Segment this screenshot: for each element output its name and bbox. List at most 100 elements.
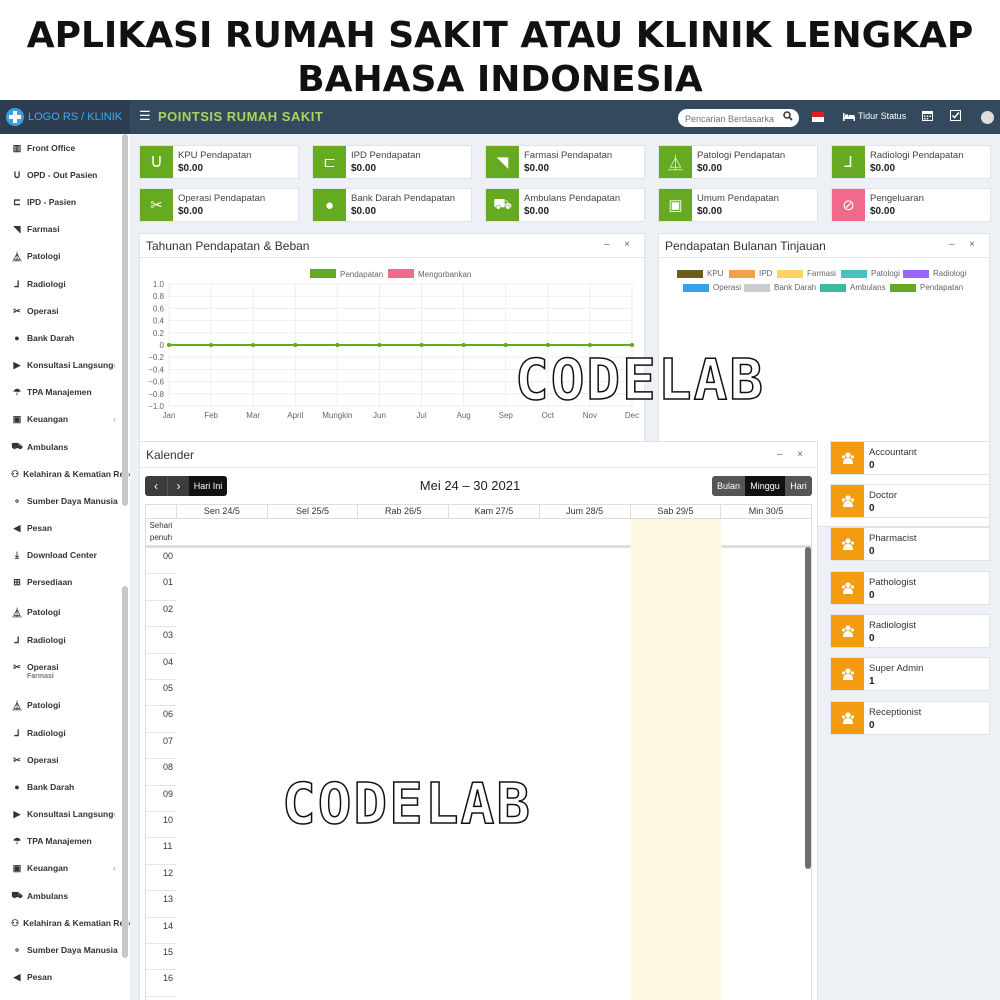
sidebar-item[interactable]: ◥ Farmasi <box>0 218 130 240</box>
legend-swatch <box>841 269 867 278</box>
sidebar-item[interactable]: ⅃ Radiologi <box>0 273 130 295</box>
sidebar-item[interactable]: ⚬ Sumber Daya Manusia <box>0 939 130 961</box>
calendar-hour-label: 12 <box>146 865 176 892</box>
legend-item[interactable]: Radiologi <box>903 269 966 278</box>
watermark-lower: CODELAB <box>281 771 533 838</box>
sidebar-item[interactable]: ⏅ Patologi <box>0 601 130 623</box>
staff-count-card[interactable]: Pharmacist 0 <box>830 527 990 561</box>
stat-card[interactable]: ▣ Umum Pendapatan $0.00 <box>658 188 818 222</box>
sidebar-item[interactable]: ☂ TPA Manajemen <box>0 830 130 852</box>
calendar-view-week[interactable]: Minggu <box>745 476 785 496</box>
umbrella-icon: ☂ <box>12 386 22 397</box>
staff-count-card[interactable]: Accountant 0 <box>830 441 990 475</box>
stat-card[interactable]: ⏅ Patologi Pendapatan $0.00 <box>658 145 818 179</box>
sidebar-scrollbar[interactable] <box>122 134 128 506</box>
sidebar-item[interactable]: ● Bank Darah <box>0 327 130 349</box>
sidebar-item[interactable]: ⚇ Kelahiran & Kematian Reco <box>0 912 130 934</box>
sidebar-item[interactable]: ⊏ IPD - Pasien <box>0 191 130 213</box>
hamburger-menu-icon[interactable]: ☰ <box>139 108 151 124</box>
calendar-view-day[interactable]: Hari <box>785 476 812 496</box>
legend-item[interactable]: Patologi <box>841 269 900 278</box>
stat-card[interactable]: ᑌ KPU Pendapatan $0.00 <box>139 145 299 179</box>
stat-card[interactable]: ⅃ Radiologi Pendapatan $0.00 <box>831 145 991 179</box>
sidebar-item[interactable]: ⚬ Sumber Daya Manusia <box>0 490 130 512</box>
panel-controls[interactable]: – × <box>777 449 809 460</box>
legend-item[interactable]: KPU <box>677 269 723 278</box>
stat-card[interactable]: ◥ Farmasi Pendapatan $0.00 <box>485 145 645 179</box>
staff-group-icon <box>831 485 864 517</box>
staff-group-icon <box>831 572 864 604</box>
stat-value: $0.00 <box>524 163 550 174</box>
sidebar-item[interactable]: ▶ Konsultasi Langsung ‹ <box>0 354 130 376</box>
sidebar-item[interactable]: ⛟ Ambulans <box>0 436 130 458</box>
legend-item[interactable]: Pendapatan <box>890 283 963 292</box>
staff-count-card[interactable]: Pathologist 0 <box>830 571 990 605</box>
sidebar-scrollbar-2[interactable] <box>122 586 128 958</box>
sidebar-item[interactable]: ⏅ Patologi <box>0 245 130 267</box>
sidebar-item[interactable]: ⚇ Kelahiran & Kematian Reco <box>0 463 130 485</box>
legend-item[interactable]: IPD <box>729 269 772 278</box>
sidebar-item[interactable]: ✂ Operasi <box>0 749 130 771</box>
search-icon[interactable] <box>783 111 793 121</box>
sidebar-item[interactable]: ⏅ Patologi <box>0 694 130 716</box>
stat-label: Operasi Pendapatan <box>178 193 266 204</box>
flask-icon: ⏅ <box>12 251 22 262</box>
y-tick-label: −0.2 <box>148 353 164 362</box>
stat-card[interactable]: ⛟ Ambulans Pendapatan $0.00 <box>485 188 645 222</box>
logo[interactable]: LOGO RS / KLINIK <box>0 100 130 134</box>
scissors-icon: ✂ <box>13 305 21 316</box>
stat-value: $0.00 <box>870 163 896 174</box>
sidebar-item[interactable]: ⅃ Radiologi <box>0 722 130 744</box>
sidebar-item-label: Keuangan <box>27 414 69 424</box>
panel-controls[interactable]: – × <box>604 239 636 250</box>
sidebar-item[interactable]: ✂ Operasi <box>0 300 130 322</box>
sidebar-item[interactable]: ☂ TPA Manajemen <box>0 381 130 403</box>
staff-count-card[interactable]: Super Admin 1 <box>830 657 990 691</box>
stat-card[interactable]: ⊏ IPD Pendapatan $0.00 <box>312 145 472 179</box>
calendar-icon[interactable] <box>922 110 933 121</box>
sidebar-item-label: Bank Darah <box>27 333 75 343</box>
sidebar-item-label: Konsultasi Langsung <box>27 360 114 370</box>
indonesia-flag-icon[interactable] <box>812 112 824 122</box>
stat-card[interactable]: ✂ Operasi Pendapatan $0.00 <box>139 188 299 222</box>
stat-card[interactable]: ● Bank Darah Pendapatan $0.00 <box>312 188 472 222</box>
sidebar-item[interactable]: ▣ Keuangan ‹ <box>0 408 130 430</box>
bed-icon: ⊏ <box>13 196 21 207</box>
staff-count-card[interactable]: Radiologist 0 <box>830 614 990 648</box>
sidebar-item[interactable]: ⛟ Ambulans <box>0 885 130 907</box>
panel-controls[interactable]: – × <box>949 239 981 250</box>
staff-count-card[interactable]: Doctor 0 <box>830 484 990 518</box>
banner-line-2: BAHASA INDONESIA <box>297 59 703 100</box>
sidebar-item[interactable]: ⤓ Download Center <box>0 544 130 566</box>
calendar-scrollbar[interactable] <box>805 547 811 869</box>
staff-count-value: 0 <box>869 720 875 731</box>
sidebar-item[interactable]: ▣ Keuangan ‹ <box>0 857 130 879</box>
sidebar-item[interactable]: ⊞ Persediaan <box>0 571 130 593</box>
sidebar-item[interactable]: ▥ Front Office <box>0 137 130 159</box>
mortar-icon: ◥ <box>486 146 519 178</box>
task-check-icon[interactable] <box>950 110 961 121</box>
sidebar-item[interactable]: ◀ Pesan <box>0 966 130 988</box>
legend-item[interactable]: Ambulans <box>820 283 886 292</box>
legend-swatch <box>310 269 336 278</box>
staff-count-card[interactable]: Receptionist 0 <box>830 701 990 735</box>
x-tick-label: Sep <box>499 411 514 420</box>
legend-item[interactable]: Operasi <box>683 283 741 292</box>
calendar-view-month[interactable]: Bulan <box>712 476 745 496</box>
stat-value: $0.00 <box>870 206 896 217</box>
staff-role-label: Radiologist <box>869 620 916 631</box>
stat-card[interactable]: ⊘ Pengeluaran $0.00 <box>831 188 991 222</box>
sidebar-item[interactable]: ◀ Pesan <box>0 517 130 539</box>
legend-label: Patologi <box>871 269 900 278</box>
bed-status-link[interactable]: Tidur Status <box>843 111 906 121</box>
sidebar-item[interactable]: ● Bank Darah <box>0 776 130 798</box>
sidebar-item[interactable]: ▶ Konsultasi Langsung ‹ <box>0 803 130 825</box>
staff-role-label: Receptionist <box>869 707 922 718</box>
search-input[interactable] <box>678 110 778 128</box>
user-avatar[interactable] <box>981 111 994 124</box>
microscope-icon: ⅃ <box>14 278 20 289</box>
sidebar-item[interactable]: ⅃ Radiologi <box>0 629 130 651</box>
legend-item[interactable]: Farmasi <box>777 269 836 278</box>
sidebar-item[interactable]: ᑌ OPD - Out Pasien <box>0 164 130 186</box>
legend-item[interactable]: Bank Darah <box>744 283 816 292</box>
